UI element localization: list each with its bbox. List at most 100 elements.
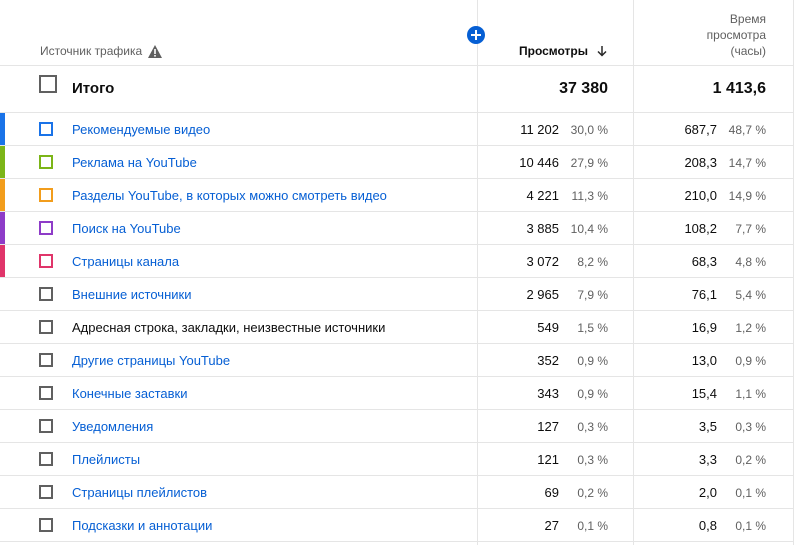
views-column-header[interactable]: Просмотры xyxy=(519,44,608,58)
row-checkbox[interactable] xyxy=(39,155,53,169)
row-checkbox[interactable] xyxy=(39,419,53,433)
row-checkbox[interactable] xyxy=(39,386,53,400)
views-percent: 11,3 % xyxy=(571,189,608,203)
table-row: Уведомления 127 0,3 % 3,5 0,3 % xyxy=(0,410,794,443)
traffic-source-link[interactable]: Рекомендуемые видео xyxy=(72,122,210,137)
traffic-source-link[interactable]: Подсказки и аннотации xyxy=(72,518,212,533)
traffic-source-link[interactable]: Другие страницы YouTube xyxy=(72,353,230,368)
views-percent: 7,9 % xyxy=(577,288,608,302)
views-percent: 8,2 % xyxy=(577,255,608,269)
table-row: Реклама на YouTube 10 446 27,9 % 208,3 14,7 … xyxy=(0,146,794,179)
views-value: 11 202 xyxy=(520,122,559,137)
traffic-source-link: Адресная строка, закладки, неизвестные и… xyxy=(72,320,386,335)
traffic-source-link[interactable]: Реклама на YouTube xyxy=(72,155,197,170)
watch-header-line: Время xyxy=(729,12,766,26)
views-value: 3 072 xyxy=(526,254,559,269)
row-checkbox[interactable] xyxy=(39,287,53,301)
watch-time-percent: 7,7 % xyxy=(735,222,766,236)
table-row: Рекомендуемые видео 11 202 30,0 % 687,7 48,7… xyxy=(0,113,794,146)
watch-time-percent: 5,4 % xyxy=(735,288,766,302)
views-percent: 0,9 % xyxy=(577,354,608,368)
table-row: Плейлисты 121 0,3 % 3,3 0,2 % xyxy=(0,443,794,476)
row-checkbox[interactable] xyxy=(39,254,53,268)
watch-time-value: 3,5 xyxy=(698,419,717,434)
row-checkbox[interactable] xyxy=(39,452,53,466)
table-row: Разделы YouTube, в которых можно смотрет… xyxy=(0,179,794,212)
traffic-source-table: Источник трафика Просмотры Время просмот… xyxy=(0,0,794,545)
views-percent: 30,0 % xyxy=(570,123,608,137)
watch-time-percent: 48,7 % xyxy=(728,123,766,137)
watch-time-value: 3,3 xyxy=(698,452,717,467)
watch-time-percent: 14,9 % xyxy=(728,189,766,203)
row-checkbox[interactable] xyxy=(39,518,53,532)
watch-time-percent: 4,8 % xyxy=(735,255,766,269)
row-checkbox[interactable] xyxy=(39,122,53,136)
traffic-source-link[interactable]: Разделы YouTube, в которых можно смотрет… xyxy=(72,188,387,203)
watch-time-value: 108,2 xyxy=(684,221,717,236)
total-watch-time: 1 413,6 xyxy=(712,80,766,97)
watch-header-line: просмотра xyxy=(706,28,766,42)
traffic-source-link[interactable]: Внешние источники xyxy=(72,287,191,302)
table-row: Страницы плейлистов 69 0,2 % 2,0 0,1 % xyxy=(0,476,794,509)
series-color-bar xyxy=(0,311,5,344)
series-color-bar xyxy=(0,443,5,476)
watch-header-line: (часы) xyxy=(730,44,766,58)
traffic-source-link[interactable]: Конечные заставки xyxy=(72,386,188,401)
traffic-source-link[interactable]: Плейлисты xyxy=(72,452,140,467)
row-checkbox[interactable] xyxy=(39,485,53,499)
table-row: Подсказки и аннотации 27 0,1 % 0,8 0,1 % xyxy=(0,509,794,542)
series-color-bar xyxy=(0,377,5,410)
traffic-source-link[interactable]: Поиск на YouTube xyxy=(72,221,181,236)
table-row: Поиск на YouTube 3 885 10,4 % 108,2 7,7 % xyxy=(0,212,794,245)
views-percent: 0,3 % xyxy=(577,453,608,467)
series-color-bar xyxy=(0,344,5,377)
series-color-bar xyxy=(0,245,5,278)
table-row: Адресная строка, закладки, неизвестные и… xyxy=(0,311,794,344)
watch-time-percent: 0,9 % xyxy=(735,354,766,368)
views-percent: 0,1 % xyxy=(577,519,608,533)
add-metric-icon[interactable] xyxy=(467,26,485,44)
views-header-label: Просмотры xyxy=(518,44,588,58)
watch-time-value: 76,1 xyxy=(691,287,717,302)
views-value: 3 885 xyxy=(526,221,559,236)
arrow-down-icon xyxy=(597,46,607,57)
table-row: Внешние источники 2 965 7,9 % 76,1 5,4 % xyxy=(0,278,794,311)
row-checkbox[interactable] xyxy=(39,221,53,235)
traffic-source-link[interactable]: Страницы плейлистов xyxy=(72,485,207,500)
views-percent: 10,4 % xyxy=(570,222,608,236)
series-color-bar xyxy=(0,212,5,245)
watch-time-percent: 0,2 % xyxy=(735,453,766,467)
source-column-header: Источник трафика xyxy=(40,44,163,58)
total-label: Итого xyxy=(72,80,115,97)
series-color-bar xyxy=(0,476,5,509)
views-value: 2 965 xyxy=(526,287,559,302)
traffic-source-link[interactable]: Страницы канала xyxy=(72,254,179,269)
views-value: 352 xyxy=(537,353,559,368)
table-row: Другие страницы YouTube 352 0,9 % 13,0 0,9 % xyxy=(0,344,794,377)
views-value: 69 xyxy=(544,485,559,500)
watch-time-value: 13,0 xyxy=(691,353,717,368)
watch-time-value: 16,9 xyxy=(691,320,717,335)
views-value: 4 221 xyxy=(526,188,559,203)
series-color-bar xyxy=(0,509,5,542)
row-checkbox[interactable] xyxy=(39,188,53,202)
views-value: 27 xyxy=(544,518,559,533)
watch-time-percent: 0,1 % xyxy=(735,486,766,500)
watch-time-percent: 14,7 % xyxy=(728,156,766,170)
total-checkbox[interactable] xyxy=(39,75,57,93)
watch-time-percent: 1,1 % xyxy=(735,387,766,401)
watch-time-column-header[interactable]: Время просмотра (часы) xyxy=(646,11,766,59)
watch-time-value: 208,3 xyxy=(684,155,717,170)
views-percent: 27,9 % xyxy=(570,156,608,170)
row-divider xyxy=(0,541,794,542)
table-row: Конечные заставки 343 0,9 % 15,4 1,1 % xyxy=(0,377,794,410)
warning-icon[interactable] xyxy=(148,44,163,58)
row-checkbox[interactable] xyxy=(39,353,53,367)
row-checkbox[interactable] xyxy=(39,320,53,334)
watch-time-value: 15,4 xyxy=(691,386,717,401)
table-row: Страницы канала 3 072 8,2 % 68,3 4,8 % xyxy=(0,245,794,278)
series-color-bar xyxy=(0,179,5,212)
views-percent: 0,2 % xyxy=(577,486,608,500)
traffic-source-link[interactable]: Уведомления xyxy=(72,419,153,434)
source-header-label: Источник трафика xyxy=(40,44,143,58)
